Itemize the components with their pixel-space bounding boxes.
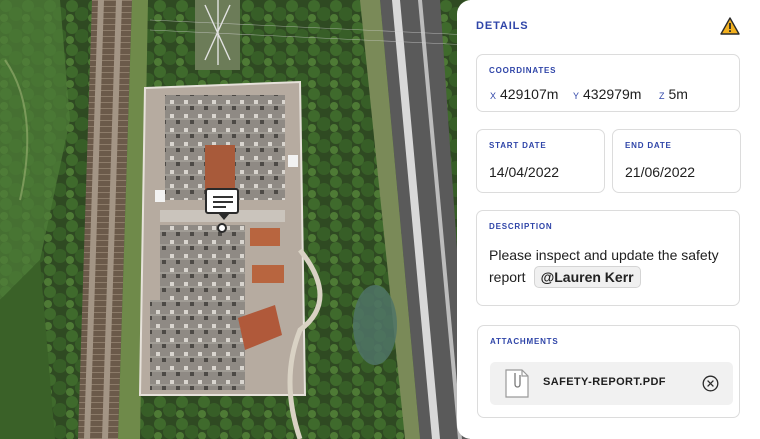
- coordinates-card: COORDINATES X 429107m Y 432979m Z 5m: [476, 54, 740, 112]
- description-text: Please inspect and update the safety rep…: [489, 245, 729, 288]
- comment-line: [213, 196, 233, 198]
- description-label: DESCRIPTION: [489, 222, 553, 231]
- comment-line: [213, 201, 233, 203]
- attachment-item[interactable]: SAFETY-REPORT.PDF: [490, 362, 733, 405]
- start-date-value: 14/04/2022: [489, 164, 560, 180]
- start-date-field[interactable]: START DATE 14/04/2022: [476, 129, 605, 193]
- comment-line: [213, 206, 226, 208]
- attachments-card: ATTACHMENTS SAFETY-REPORT.PDF: [477, 325, 740, 418]
- attachment-file-name: SAFETY-REPORT.PDF: [543, 376, 666, 388]
- attachments-label: ATTACHMENTS: [490, 337, 559, 346]
- details-panel: DETAILS COORDINATES X 429107m Y 432979m Z5…: [457, 0, 760, 439]
- coordinates-label: COORDINATES: [489, 66, 557, 75]
- panel-title: DETAILS: [476, 20, 529, 32]
- coordinate-z: Z 5m: [659, 86, 688, 102]
- description-field[interactable]: DESCRIPTION Please inspect and update th…: [476, 210, 740, 306]
- coordinate-x-value: 429107m: [500, 86, 559, 102]
- coordinate-y-value: 432979m: [583, 86, 642, 102]
- comment-marker-icon[interactable]: [205, 188, 239, 234]
- coordinate-x: X 429107m: [490, 86, 558, 102]
- coordinate-y-label: Y: [573, 91, 580, 101]
- coordinate-z-label: Z: [659, 91, 665, 101]
- warning-triangle-icon[interactable]: [720, 16, 740, 36]
- coordinate-z-value: 5m: [668, 86, 688, 102]
- end-date-field[interactable]: END DATE 21/06/2022: [612, 129, 741, 193]
- comment-bubble: [205, 188, 239, 220]
- remove-circle-icon[interactable]: [702, 375, 719, 392]
- aerial-map[interactable]: [0, 0, 470, 439]
- marker-pin: [217, 223, 227, 233]
- end-date-label: END DATE: [625, 141, 672, 150]
- start-date-label: START DATE: [489, 141, 547, 150]
- coordinate-y: Y 432979m: [573, 86, 641, 102]
- coordinate-x-label: X: [490, 91, 497, 101]
- end-date-value: 21/06/2022: [625, 164, 696, 180]
- user-mention-tag[interactable]: @Lauren Kerr: [533, 266, 641, 288]
- paperclip-document-icon: [505, 369, 529, 398]
